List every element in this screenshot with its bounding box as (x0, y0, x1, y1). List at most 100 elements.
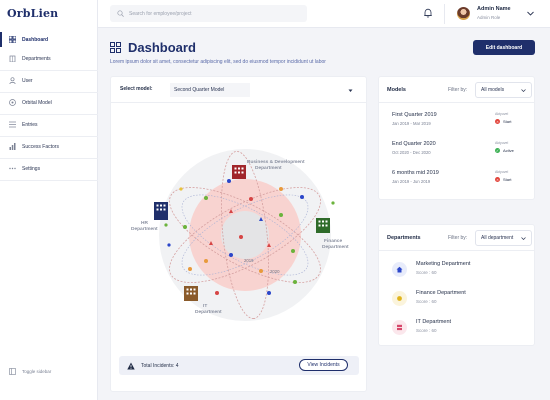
department-score: Score : 60 (416, 328, 437, 333)
sidebar-item-success-factors[interactable]: Success Factors (0, 137, 98, 156)
sidebar-item-user[interactable]: User (0, 71, 98, 90)
model-name: 6 months mid 2019 (392, 170, 439, 176)
server-icon (392, 320, 407, 335)
panel-divider (111, 102, 366, 103)
chevron-down-icon (520, 87, 527, 94)
search-input[interactable]: Search for employee/project (110, 5, 307, 22)
model-name: First Quarter 2019 (392, 112, 437, 118)
model-name: End Quarter 2020 (392, 141, 436, 147)
incidents-bar: Total Incidents: 4 View Incidents (119, 356, 359, 375)
models-title: Models (387, 87, 406, 93)
dept-label-business-sub: Department (255, 165, 282, 171)
list-item[interactable]: End Quarter 2020 Oct 2020 - Dec 2020 Akt… (392, 141, 532, 163)
dots-icon (9, 165, 16, 172)
building-icon (184, 286, 198, 301)
page-subtitle: Lorem ipsum dolor sit amet, consectetur … (110, 59, 326, 65)
warning-icon (127, 362, 135, 370)
coin-icon (392, 291, 407, 306)
model-dates: Jan 2019 - Mar 2019 (392, 121, 431, 126)
status-badge: × Start (495, 177, 511, 182)
status-caption: Aktyuvel (495, 141, 509, 145)
avatar[interactable] (457, 7, 470, 20)
status-text: Start (503, 177, 512, 182)
user-role: Admin Role (477, 15, 501, 20)
status-badge: ✓ Active (495, 148, 514, 153)
panel-divider (379, 102, 534, 103)
topbar: Search for employee/project Admin Name A… (98, 0, 550, 28)
dept-label-finance-sub: Department (322, 244, 349, 250)
check-icon: ✓ (495, 148, 500, 153)
departments-filter-select[interactable]: All department (475, 230, 532, 246)
dept-label-business: Business & Development (247, 159, 305, 165)
sidebar-item-label: User (22, 77, 33, 84)
sidebar-divider (0, 180, 98, 181)
sidebar-toggle-icon (9, 368, 16, 375)
grid-icon (110, 42, 121, 53)
sidebar-item-departments[interactable]: Departments (0, 49, 98, 68)
select-model-label: Select model: (120, 86, 153, 92)
sidebar-item-label: Departments (22, 55, 51, 62)
dept-label-hr-sub: Department (131, 226, 158, 232)
building-icon (232, 165, 246, 179)
departments-panel: Departments Filter by: All department Ma… (378, 224, 535, 346)
status-caption: Aktyuvel (495, 170, 509, 174)
list-item[interactable]: Finance Department Score : 60 (392, 290, 532, 310)
sidebar-item-label: Entries (22, 121, 38, 128)
list-item[interactable]: IT Department Score : 60 (392, 319, 532, 339)
close-icon: × (495, 119, 500, 124)
close-icon: × (495, 177, 500, 182)
search-icon (117, 10, 124, 17)
department-name: Marketing Department (416, 261, 471, 267)
status-badge: × Start (495, 119, 511, 124)
model-select-value: Second Quarter Model (170, 83, 251, 97)
view-incidents-button[interactable]: View Incidents (299, 359, 348, 371)
sidebar: OrbLien Dashboard Departments User Orbit… (0, 0, 98, 400)
department-name: IT Department (416, 319, 452, 325)
status-text: Start (503, 119, 512, 124)
list-item[interactable]: Marketing Department Score : 60 (392, 261, 532, 281)
sidebar-item-entries[interactable]: Entries (0, 115, 98, 134)
sidebar-nav: Dashboard Departments User Orbital Model (0, 30, 98, 181)
dept-label-hr: HR (141, 220, 148, 226)
chevron-down-icon (520, 235, 527, 242)
department-score: Score : 60 (416, 299, 437, 304)
app-logo: OrbLien (7, 7, 59, 20)
orbital-model-panel: Select model: Second Quarter Model Busin… (110, 76, 367, 392)
chevron-down-icon[interactable] (526, 9, 535, 18)
department-score: Score : 60 (416, 270, 437, 275)
models-filter-label: Filter by: (448, 87, 468, 93)
toggle-sidebar-button[interactable]: Toggle sidebar (9, 368, 51, 375)
models-filter-value: All models (481, 87, 505, 93)
orbit-year-label: 2020 (270, 269, 280, 274)
status-text: Active (503, 148, 514, 153)
total-incidents: Total Incidents: 4 (141, 362, 179, 369)
departments-filter-value: All department (481, 235, 514, 241)
department-name: Finance Department (416, 290, 466, 296)
building-icon (154, 202, 168, 220)
bar-chart-icon (9, 143, 16, 150)
models-filter-select[interactable]: All models (475, 82, 532, 98)
toggle-sidebar-label: Toggle sidebar (22, 369, 52, 374)
list-item[interactable]: First Quarter 2019 Jan 2019 - Mar 2019 A… (392, 112, 532, 134)
building-icon (316, 218, 330, 233)
sidebar-item-dashboard[interactable]: Dashboard (0, 30, 98, 49)
sidebar-item-label: Orbital Model (22, 99, 52, 106)
model-select[interactable]: Second Quarter Model (166, 82, 360, 98)
departments-filter-label: Filter by: (448, 235, 468, 241)
sidebar-item-orbital-model[interactable]: Orbital Model (0, 93, 98, 112)
sidebar-item-settings[interactable]: Settings (0, 159, 98, 178)
sidebar-item-label: Dashboard (22, 36, 49, 43)
orbital-svg: Business & Development Department HR Dep… (131, 149, 349, 321)
orbit-year-label: 2019 (244, 258, 254, 263)
dept-label-finance: Finance (324, 238, 342, 244)
list-icon (9, 121, 16, 128)
edit-dashboard-button[interactable]: Edit dashboard (473, 40, 535, 55)
bell-icon[interactable] (423, 8, 433, 18)
models-panel: Models Filter by: All models First Quart… (378, 76, 535, 200)
list-item[interactable]: 6 months mid 2019 Jan 2019 - Jun 2019 Ak… (392, 170, 532, 192)
building-icon (9, 55, 16, 62)
model-dates: Jan 2019 - Jun 2019 (392, 179, 431, 184)
caret-down-icon (347, 87, 354, 94)
page-title: Dashboard (128, 40, 196, 55)
grid-icon (9, 36, 16, 43)
